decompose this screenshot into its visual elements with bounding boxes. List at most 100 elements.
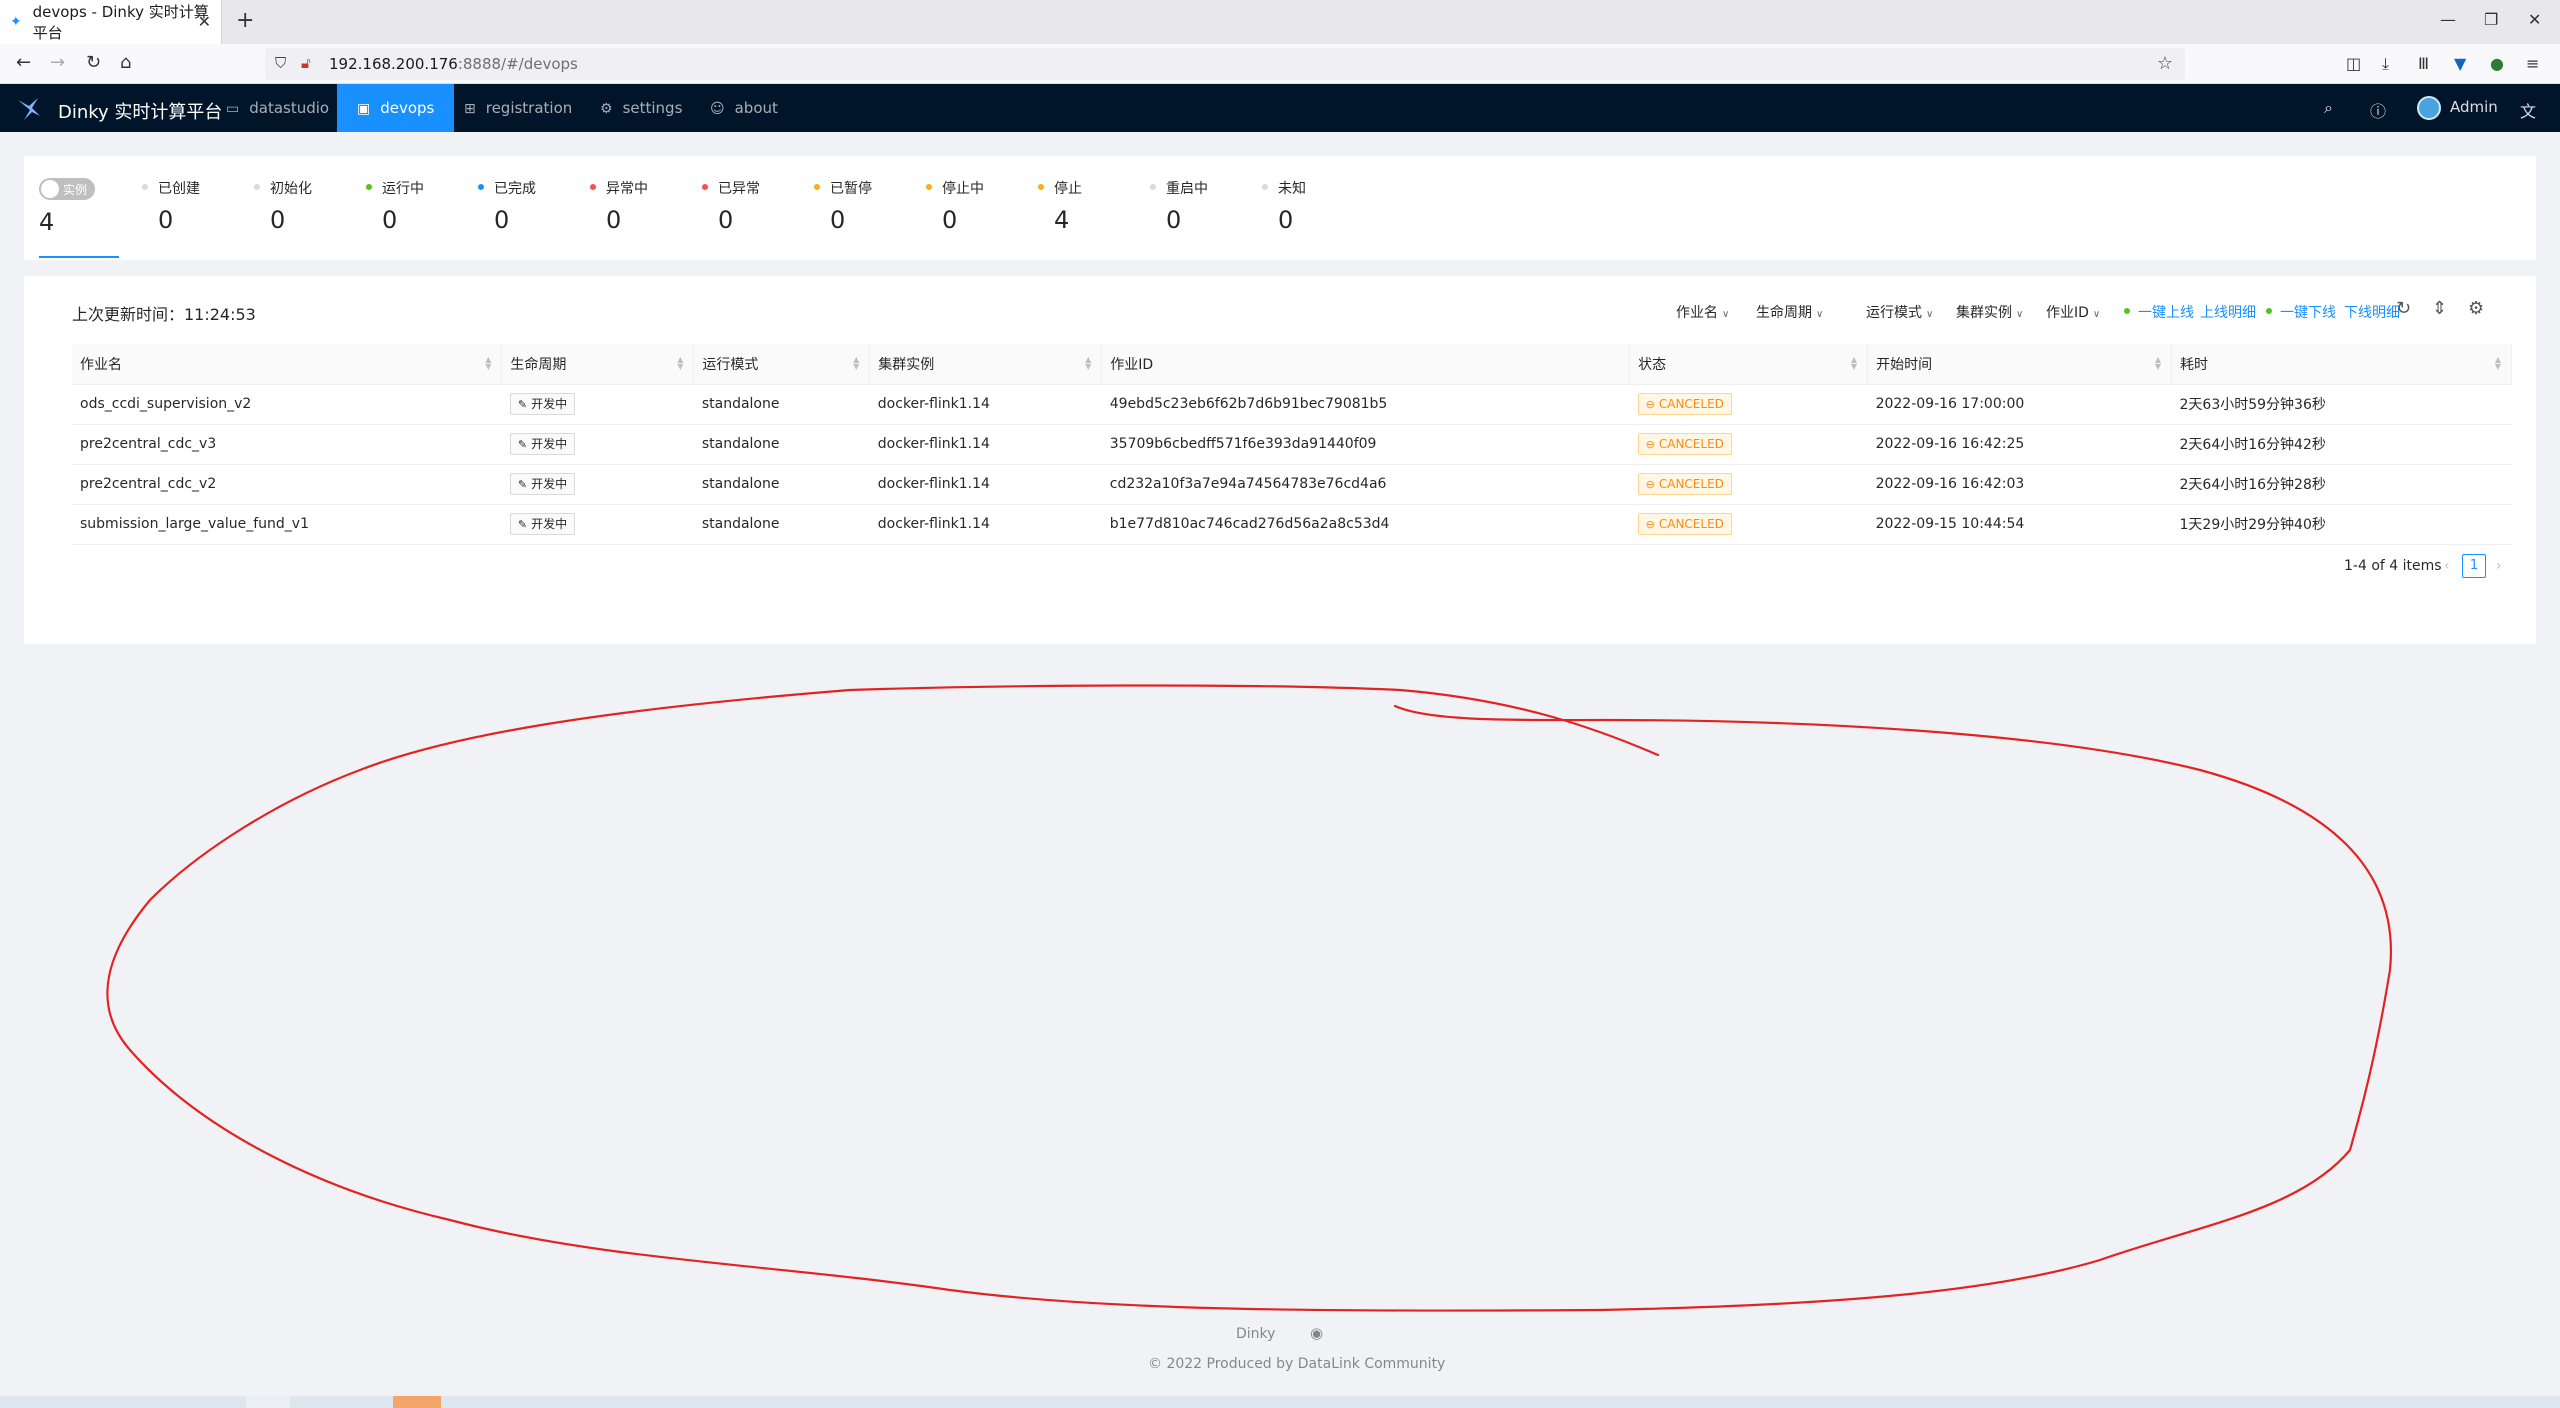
menu-item-datastudio[interactable]: ▭ datastudio [206,84,349,132]
job-table: 作业名 ▲ ▼ 生命周期 ▲ ▼ 运行模式 ▲ ▼ 集群实例 ▲ ▼ 作业ID 状态 ▲ ▼ 开始时间 ▲ ▼ 耗时 ▲… [72,344,2512,545]
column-header[interactable]: 生命周期 ▲ ▼ [501,344,695,385]
stat-item[interactable]: 停止中 0 [926,178,984,234]
column-height-icon[interactable]: ⇕ [2432,298,2447,319]
stat-total-value: 4 [39,208,55,236]
filter-job-id[interactable]: 作业ID ∨ [2046,302,2100,322]
table-header-row: 作业名 ▲ ▼ 生命周期 ▲ ▼ 运行模式 ▲ ▼ 集群实例 ▲ ▼ 作业ID 状态 ▲ ▼ 开始时间 ▲ ▼ 耗时 ▲… [72,344,2512,385]
table-row[interactable]: pre2central_cdc_v2 ✎ 开发中 standalone docker-f… [72,464,2512,505]
sort-icon[interactable]: ▲ ▼ [1851,356,1857,371]
close-window-icon[interactable]: ✕ [2528,10,2541,29]
instance-toggle[interactable]: 实例 [39,178,95,200]
extension-globe-icon[interactable]: ● [2490,54,2504,73]
table-row[interactable]: submission_large_value_fund_v1 ✎ 开发中 standa… [72,504,2512,545]
prev-page-icon[interactable]: ‹ [2444,558,2450,574]
menu-item-devops[interactable]: ▣ devops [337,84,455,132]
restore-window-icon[interactable]: ❐ [2484,10,2498,29]
insecure-lock-icon[interactable]: 🔓︎ [301,54,311,72]
minus-circle-icon: ⊖ [1645,398,1655,411]
browser-tab-active[interactable]: ✦ devops - Dinky 实时计算平台 ✕ [0,0,222,44]
back-icon[interactable]: ← [16,52,31,74]
next-page-icon[interactable]: › [2496,558,2502,574]
stat-item[interactable]: 已暂停 0 [814,178,872,234]
url-text[interactable]: 192.168.200.176:8888/#/devops [329,55,578,73]
stat-item[interactable]: 停止 4 [1038,178,1082,234]
hamburger-menu-icon[interactable]: ≡ [2526,54,2539,73]
edit-icon: ✎ [517,398,528,411]
table-row[interactable]: ods_ccdi_supervision_v2 ✎ 开发中 standalone doc… [72,384,2512,425]
extension-v-icon[interactable]: ▼ [2454,54,2466,73]
new-tab-icon[interactable]: + [236,10,254,32]
stat-label: 已暂停 [814,178,872,198]
last-update-time: 上次更新时间：11:24:53 [72,305,256,324]
reload-icon[interactable]: ↻ [86,52,101,74]
stat-label: 停止中 [926,178,984,198]
column-header[interactable]: 作业ID [1101,344,1631,385]
column-header[interactable]: 作业名 ▲ ▼ [72,344,503,385]
avatar[interactable] [2417,96,2441,120]
stat-item[interactable]: 已完成 0 [478,178,536,234]
home-icon[interactable]: ⌂ [120,52,131,74]
bookmark-star-icon[interactable]: ☆ [2157,53,2173,74]
filter-job-name[interactable]: 作业名 ∨ [1676,302,1729,322]
cell-job-name[interactable]: submission_large_value_fund_v1 [72,504,502,545]
address-bar[interactable]: ⛉ 🔓︎ 192.168.200.176:8888/#/devops ☆ [265,48,2185,80]
language-icon[interactable]: 文 [2520,98,2536,122]
sort-icon[interactable]: ▲ ▼ [1085,356,1091,371]
offline-all-link[interactable]: 一键下线 [2266,302,2336,322]
menu-item-settings[interactable]: ⚙ settings [580,84,702,132]
menu-item-about[interactable]: ☺ about [690,84,798,132]
shield-icon[interactable]: ⛉ [275,54,286,72]
online-detail-link[interactable]: 上线明细 [2200,302,2256,322]
footer-brand[interactable]: Dinky [1236,1326,1275,1342]
filter-run-mode[interactable]: 运行模式 ∨ [1866,302,1933,322]
page-1-button[interactable]: 1 [2462,554,2486,578]
sort-icon[interactable]: ▲ ▼ [485,356,491,371]
cell-job-name[interactable]: pre2central_cdc_v2 [72,464,502,505]
stat-total[interactable]: 实例 4 [39,178,119,258]
stat-item[interactable]: 未知 0 [1262,178,1306,234]
library-icon[interactable]: Ⅲ [2418,54,2429,73]
sort-icon[interactable]: ▲ ▼ [853,356,859,371]
settings-icon[interactable]: ⚙ [2468,298,2484,319]
pocket-icon[interactable]: ◫ [2346,54,2361,73]
sort-icon[interactable]: ▲ ▼ [2495,356,2501,371]
cell-duration: 2天64小时16分钟28秒 [2171,464,2512,505]
search-icon[interactable]: ⌕ [2324,98,2333,118]
cell-job-name[interactable]: ods_ccdi_supervision_v2 [72,384,502,425]
offline-detail-link[interactable]: 下线明细 [2344,302,2400,322]
minimize-window-icon[interactable]: — [2440,10,2456,29]
stat-item[interactable]: 异常中 0 [590,178,648,234]
stat-item[interactable]: 已异常 0 [702,178,760,234]
column-header[interactable]: 运行模式 ▲ ▼ [693,344,871,385]
cell-start-time: 2022-09-15 10:44:54 [1867,504,2172,545]
filter-cluster[interactable]: 集群实例 ∨ [1956,302,2023,322]
download-icon[interactable]: ⤓ [2382,54,2389,74]
online-all-link[interactable]: 一键上线 [2124,302,2194,322]
help-icon[interactable]: ⓘ [2370,98,2386,122]
column-header[interactable]: 耗时 ▲ ▼ [2171,344,2512,385]
sort-icon[interactable]: ▲ ▼ [2155,356,2161,371]
user-name[interactable]: Admin [2450,98,2498,116]
stat-item[interactable]: 初始化 0 [254,178,312,234]
column-header[interactable]: 状态 ▲ ▼ [1629,344,1869,385]
github-icon[interactable]: ◉ [1310,1324,1323,1342]
stat-item[interactable]: 运行中 0 [366,178,424,234]
close-tab-icon[interactable]: ✕ [198,12,211,31]
app-title: Dinky 实时计算平台 [58,102,223,123]
stat-label: 已完成 [478,178,536,198]
taskbar-item-active[interactable] [393,1396,441,1408]
stat-item[interactable]: 重启中 0 [1150,178,1208,234]
stat-label: 已异常 [702,178,760,198]
table-row[interactable]: pre2central_cdc_v3 ✎ 开发中 standalone docker-f… [72,424,2512,465]
column-header[interactable]: 集群实例 ▲ ▼ [869,344,1103,385]
filter-lifecycle[interactable]: 生命周期 ∨ [1756,302,1823,322]
column-header[interactable]: 开始时间 ▲ ▼ [1867,344,2173,385]
menu-item-registration[interactable]: ⊞ registration [444,84,592,132]
stat-item[interactable]: 已创建 0 [142,178,200,234]
forward-icon[interactable]: → [50,52,65,74]
chevron-down-icon: ∨ [1926,309,1934,320]
cell-job-name[interactable]: pre2central_cdc_v3 [72,424,502,465]
taskbar-item[interactable] [246,1396,290,1408]
refresh-icon[interactable]: ↻ [2396,298,2411,319]
sort-icon[interactable]: ▲ ▼ [677,356,683,371]
